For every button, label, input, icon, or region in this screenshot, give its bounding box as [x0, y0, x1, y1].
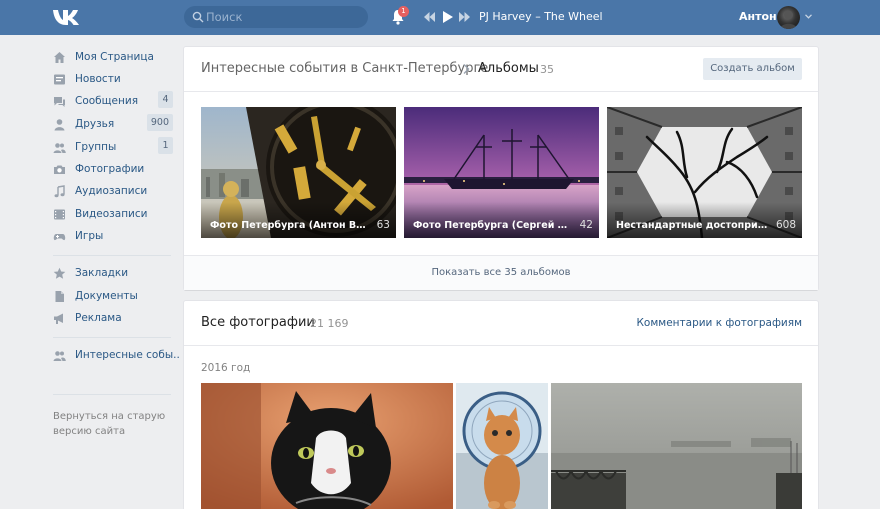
- chevron-right-icon: [463, 64, 470, 74]
- sidebar-item-audio[interactable]: Аудиозаписи: [53, 181, 173, 203]
- photos-count: 21 169: [310, 317, 349, 330]
- photo-cat: [201, 383, 453, 509]
- photo-thumbnail[interactable]: [456, 383, 548, 509]
- avatar-photo: [780, 10, 797, 29]
- sidebar-item-label: Документы: [75, 290, 138, 302]
- breadcrumb-group[interactable]: Интересные события в Санкт-Петербурге: [201, 61, 488, 76]
- music-icon: [54, 185, 65, 198]
- next-track-icon[interactable]: [459, 11, 470, 23]
- album-tile[interactable]: Фото Петербурга (Антон Ваган... 63: [201, 107, 396, 238]
- album-tile[interactable]: Фото Петербурга (Сергей Лукс) 42: [404, 107, 599, 238]
- search-box[interactable]: [184, 6, 368, 28]
- avatar[interactable]: [777, 6, 800, 29]
- old-version-link[interactable]: Вернуться на старую версию сайта: [53, 409, 171, 439]
- albums-header: Интересные события в Санкт-Петербурге Ал…: [184, 47, 818, 92]
- previous-track-icon[interactable]: [424, 11, 435, 23]
- top-header: 1 PJ Harvey – The Wheel Антон: [0, 0, 880, 35]
- star-icon: [53, 267, 66, 279]
- sidebar-item-label: Друзья: [75, 118, 115, 130]
- messages-icon: [54, 97, 65, 107]
- sidebar-item-bookmarks[interactable]: Закладки: [53, 263, 173, 285]
- sidebar-item-label: Новости: [75, 73, 121, 85]
- year-heading: 2016 год: [201, 362, 251, 374]
- sidebar-item-label: Группы: [75, 141, 117, 153]
- gamepad-icon: [53, 234, 66, 241]
- albums-card: Интересные события в Санкт-Петербурге Ал…: [184, 47, 818, 290]
- play-icon[interactable]: [442, 11, 453, 23]
- album-photo-count: 63: [376, 219, 390, 231]
- photo-thumbnail[interactable]: [551, 383, 802, 509]
- sidebar-divider: [53, 255, 171, 256]
- sidebar-item-games[interactable]: Игры: [53, 226, 173, 248]
- sidebar-item-label: Видеозаписи: [75, 208, 148, 220]
- news-icon: [54, 74, 65, 85]
- sidebar-divider: [53, 394, 171, 395]
- section-title: Все фотографии: [201, 315, 315, 330]
- groups-icon: [53, 143, 66, 153]
- sidebar-item-label: Интересные собы..: [75, 349, 180, 361]
- sidebar-item-news[interactable]: Новости: [53, 69, 173, 91]
- albums-count: 35: [540, 63, 554, 76]
- home-icon: [54, 52, 65, 63]
- friends-count-badge: 900: [146, 114, 173, 131]
- page-title: Альбомы: [478, 61, 539, 76]
- sidebar-divider: [53, 337, 171, 338]
- sidebar-item-documents[interactable]: Документы: [53, 286, 173, 308]
- sidebar-item-my-page[interactable]: Моя Страница: [53, 47, 173, 69]
- search-input[interactable]: [206, 6, 356, 28]
- photo-foggy-river: [551, 383, 802, 509]
- sidebar-item-label: Сообщения: [75, 95, 139, 107]
- sidebar-item-messages[interactable]: Сообщения 4: [53, 91, 173, 113]
- album-tile[interactable]: Нестандартные достопримеч... 608: [607, 107, 802, 238]
- sidebar-item-label: Аудиозаписи: [75, 185, 148, 197]
- photo-thumbnail[interactable]: [201, 383, 453, 509]
- now-playing-track[interactable]: PJ Harvey – The Wheel: [479, 10, 603, 23]
- sidebar-item-community[interactable]: Интересные собы..: [53, 345, 180, 367]
- album-title: Нестандартные достопримеч...: [616, 220, 774, 231]
- sidebar-item-label: Игры: [75, 230, 104, 242]
- messages-count-badge: 4: [158, 91, 173, 108]
- album-photo-count: 42: [579, 219, 593, 231]
- album-photo-count: 608: [775, 219, 796, 231]
- album-title: Фото Петербурга (Сергей Лукс): [413, 220, 571, 231]
- sidebar-item-video[interactable]: Видеозаписи: [53, 204, 173, 226]
- chevron-down-icon[interactable]: [805, 14, 812, 19]
- megaphone-icon: [54, 313, 63, 324]
- sidebar-item-label: Моя Страница: [75, 51, 154, 63]
- camera-icon: [54, 165, 65, 174]
- sidebar-item-label: Реклама: [75, 312, 122, 324]
- album-title: Фото Петербурга (Антон Ваган...: [210, 220, 368, 231]
- show-all-albums-link[interactable]: Показать все 35 альбомов: [184, 255, 818, 290]
- sidebar-item-label: Фотографии: [75, 163, 145, 175]
- video-icon: [54, 209, 65, 220]
- user-name[interactable]: Антон: [739, 10, 777, 23]
- sidebar-item-friends[interactable]: Друзья 900: [53, 114, 173, 136]
- groups-count-badge: 1: [158, 137, 173, 154]
- photos-header: Все фотографии 21 169 Комментарии к фото…: [184, 301, 818, 346]
- vk-logo[interactable]: [52, 7, 82, 27]
- sidebar-item-ads[interactable]: Реклама: [53, 308, 173, 330]
- photos-card: Все фотографии 21 169 Комментарии к фото…: [184, 301, 818, 509]
- community-icon: [53, 351, 66, 361]
- photo-cat-cone: [456, 383, 548, 509]
- create-album-button[interactable]: Создать альбом: [703, 58, 802, 80]
- friends-icon: [54, 119, 65, 131]
- search-icon: [192, 11, 204, 23]
- sidebar-item-photos[interactable]: Фотографии: [53, 159, 173, 181]
- sidebar-item-groups[interactable]: Группы 1: [53, 137, 173, 159]
- sidebar-item-label: Закладки: [75, 267, 129, 279]
- photo-comments-link[interactable]: Комментарии к фотографиям: [636, 317, 802, 329]
- notification-badge: 1: [398, 6, 409, 17]
- document-icon: [55, 291, 64, 302]
